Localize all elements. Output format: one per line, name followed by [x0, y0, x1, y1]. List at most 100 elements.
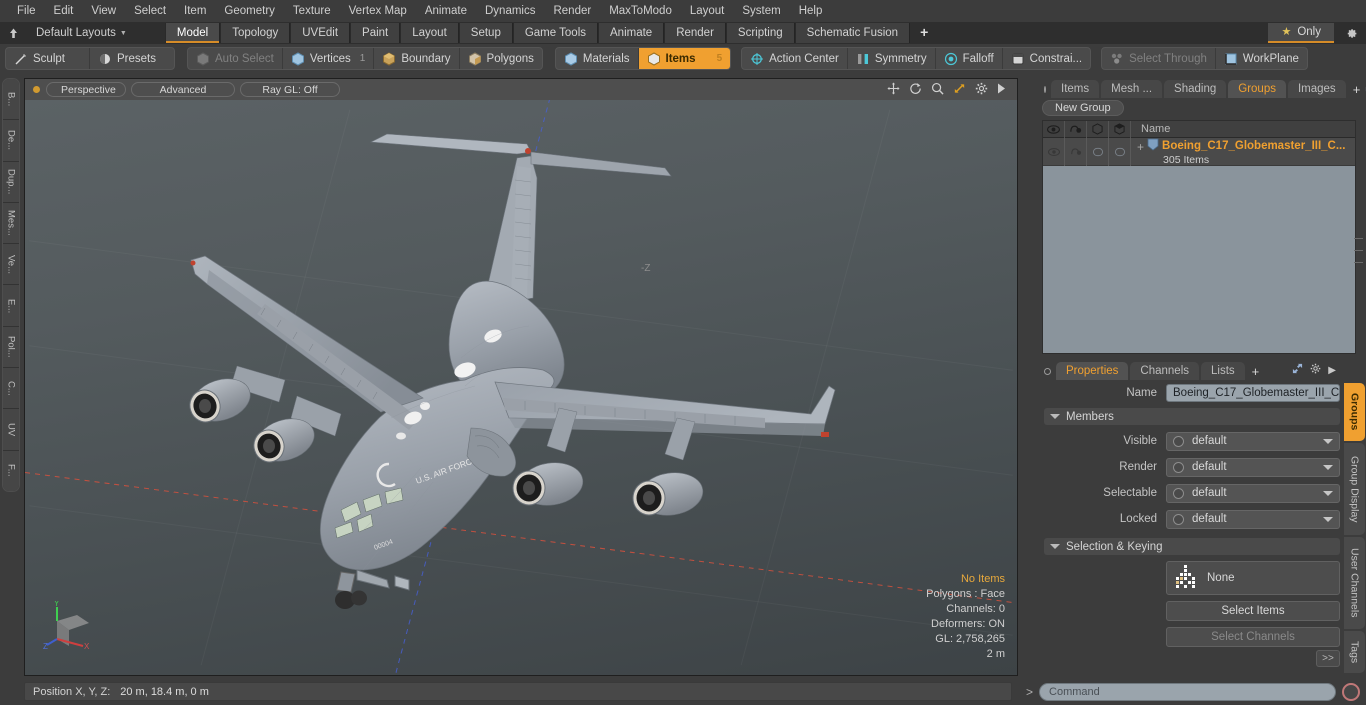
menu-system[interactable]: System	[733, 1, 789, 21]
add-properties-tab-button[interactable]: +	[1247, 363, 1265, 380]
menu-view[interactable]: View	[82, 1, 125, 21]
groups-list[interactable]: Name + Boeing_C17_Globemaster_III_C... 3…	[1042, 120, 1356, 354]
materials-button[interactable]: Materials	[556, 48, 639, 69]
viewport-raygl-toggle[interactable]: Ray GL: Off	[240, 82, 340, 97]
tab-setup[interactable]: Setup	[458, 23, 513, 43]
vtab-groups[interactable]: Groups	[1344, 383, 1365, 441]
tab-groups[interactable]: Groups	[1228, 80, 1286, 98]
section-members[interactable]: Members	[1044, 408, 1340, 425]
tab-game-tools[interactable]: Game Tools	[512, 23, 598, 43]
viewport-shading-selector[interactable]: Advanced	[131, 82, 235, 97]
gear-icon[interactable]	[1310, 363, 1321, 377]
action-center-button[interactable]: Action Center	[742, 48, 848, 69]
left-tab-deform[interactable]: De...	[3, 120, 19, 162]
left-tab-vertex[interactable]: Ve...	[3, 244, 19, 286]
menu-layout[interactable]: Layout	[681, 1, 734, 21]
menu-dynamics[interactable]: Dynamics	[476, 1, 544, 21]
row-eye-toggle[interactable]	[1043, 137, 1065, 166]
tab-images[interactable]: Images	[1287, 80, 1346, 98]
chevron-right-icon[interactable]: ▶	[1328, 365, 1336, 376]
row-wireframe-toggle[interactable]	[1087, 137, 1109, 166]
menu-item[interactable]: Item	[175, 1, 215, 21]
panel-menu-dot-icon[interactable]	[1044, 86, 1046, 93]
channel-circle-icon[interactable]	[1173, 461, 1184, 473]
fit-icon[interactable]	[953, 82, 966, 97]
home-arrow-icon[interactable]	[0, 22, 26, 44]
only-toggle-button[interactable]: ★ Only	[1268, 23, 1334, 43]
visible-dropdown[interactable]: default	[1166, 431, 1340, 451]
left-tab-polygon[interactable]: Pol...	[3, 326, 19, 369]
tab-properties[interactable]: Properties	[1056, 362, 1129, 380]
menu-render[interactable]: Render	[544, 1, 600, 21]
menu-file[interactable]: File	[8, 1, 45, 21]
play-icon[interactable]	[997, 83, 1006, 96]
row-shaded-toggle[interactable]	[1109, 137, 1131, 166]
tab-items[interactable]: Items	[1051, 80, 1100, 98]
menu-edit[interactable]: Edit	[45, 1, 83, 21]
presets-button[interactable]: Presets	[90, 48, 174, 69]
selection-set-dropdown[interactable]: None	[1166, 561, 1340, 595]
name-input[interactable]: Boeing_C17_Globemaster_III_Cargo_	[1166, 384, 1340, 402]
tab-scripting[interactable]: Scripting	[725, 23, 795, 43]
expand-icon[interactable]	[1292, 363, 1303, 377]
render-dropdown[interactable]: default	[1166, 457, 1340, 477]
left-tab-basic[interactable]: B...	[3, 79, 19, 121]
auto-select-button[interactable]: Auto Select	[188, 48, 283, 69]
record-circle-icon[interactable]	[1342, 682, 1360, 701]
list-empty-area[interactable]	[1043, 166, 1355, 178]
tab-lists[interactable]: Lists	[1201, 362, 1245, 380]
panel-menu-dot-icon[interactable]	[1044, 368, 1051, 375]
more-options-button[interactable]: >>	[1316, 650, 1340, 667]
channel-circle-icon[interactable]	[1173, 513, 1184, 525]
menu-geometry[interactable]: Geometry	[215, 1, 284, 21]
channel-circle-icon[interactable]	[1173, 435, 1184, 447]
left-tab-mesh-edit[interactable]: Mes...	[3, 202, 19, 245]
tab-paint[interactable]: Paint	[350, 23, 401, 43]
viewport-canvas[interactable]: -Z U.S. AIR FORCE 00004 Y X Z No Items P…	[25, 100, 1017, 675]
left-tab-uv[interactable]: UV	[3, 409, 19, 451]
tab-shading[interactable]: Shading	[1164, 80, 1227, 98]
gear-icon[interactable]	[975, 82, 988, 97]
left-tab-duplicate[interactable]: Dup...	[3, 161, 19, 203]
tab-render[interactable]: Render	[664, 23, 726, 43]
menu-help[interactable]: Help	[790, 1, 832, 21]
row-render-toggle[interactable]	[1065, 137, 1087, 166]
vtab-group-display[interactable]: Group Display	[1344, 443, 1365, 535]
menu-maxtomodo[interactable]: MaxToModo	[600, 1, 681, 21]
add-panel-tab-button[interactable]: +	[1348, 81, 1366, 98]
gear-icon[interactable]	[1336, 22, 1366, 44]
tab-animate[interactable]: Animate	[598, 23, 665, 43]
vertices-button[interactable]: Vertices 1	[283, 48, 375, 69]
left-tab-edge[interactable]: E...	[3, 285, 19, 327]
sculpt-button[interactable]: Sculpt	[6, 48, 90, 69]
menu-select[interactable]: Select	[125, 1, 175, 21]
tab-mesh-ops[interactable]: Mesh ...	[1101, 80, 1163, 98]
workplane-button[interactable]: WorkPlane	[1216, 48, 1307, 69]
command-input[interactable]: Command	[1039, 682, 1336, 701]
viewport-dot-icon[interactable]	[33, 86, 40, 93]
locked-dropdown[interactable]: default	[1166, 509, 1340, 529]
menu-vertex-map[interactable]: Vertex Map	[340, 1, 416, 21]
move-icon[interactable]	[887, 82, 900, 97]
tab-topology[interactable]: Topology	[220, 23, 291, 43]
tab-layout[interactable]: Layout	[400, 23, 459, 43]
table-row[interactable]: + Boeing_C17_Globemaster_III_C... 305 It…	[1043, 137, 1355, 166]
zoom-icon[interactable]	[931, 82, 944, 97]
tab-uvedit[interactable]: UVEdit	[290, 23, 351, 43]
vtab-tags[interactable]: Tags	[1344, 631, 1365, 673]
left-tab-fusion[interactable]: F...	[3, 450, 19, 491]
viewport-projection-selector[interactable]: Perspective	[46, 82, 126, 97]
new-group-button[interactable]: New Group	[1042, 100, 1124, 116]
add-layout-tab-button[interactable]: +	[910, 23, 939, 43]
menu-animate[interactable]: Animate	[416, 1, 476, 21]
expand-toggle-icon[interactable]: +	[1137, 138, 1144, 153]
items-button[interactable]: Items 5	[638, 48, 731, 69]
polygons-button[interactable]: Polygons	[460, 48, 542, 69]
aircraft-3d-model[interactable]: U.S. AIR FORCE 00004	[165, 118, 865, 618]
select-through-button[interactable]: Select Through	[1102, 48, 1216, 69]
default-layouts-selector[interactable]: Default Layouts ▼	[26, 22, 137, 44]
rotate-icon[interactable]	[909, 82, 922, 97]
tab-schematic-fusion[interactable]: Schematic Fusion	[794, 23, 911, 43]
vtab-user-channels[interactable]: User Channels	[1344, 537, 1365, 629]
tab-channels[interactable]: Channels	[1130, 362, 1200, 380]
